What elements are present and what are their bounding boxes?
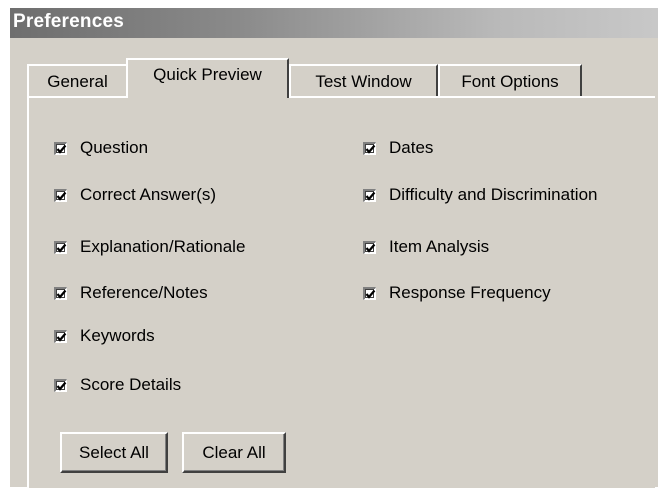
clear-all-button[interactable]: Clear All	[182, 432, 286, 473]
tab-quick-preview-label: Quick Preview	[153, 65, 262, 84]
preferences-dialog: Preferences General Quick Preview Test W…	[10, 8, 658, 488]
tab-font-options[interactable]: Font Options	[438, 64, 582, 98]
checkbox-checked-icon[interactable]	[54, 188, 67, 202]
checkbox-keywords[interactable]: Keywords	[54, 325, 155, 347]
checkbox-item-analysis-label: Item Analysis	[389, 237, 490, 256]
checkbox-question[interactable]: Question	[54, 137, 148, 159]
checkbox-score-details-label: Score Details	[80, 375, 182, 394]
checkbox-correct-answers[interactable]: Correct Answer(s)	[54, 184, 216, 206]
tab-quick-preview[interactable]: Quick Preview	[126, 58, 289, 98]
checkbox-response-frequency-label: Response Frequency	[389, 283, 551, 302]
checkbox-item-analysis[interactable]: Item Analysis	[363, 236, 489, 258]
checkbox-difficulty-discrimination[interactable]: Difficulty and Discrimination	[363, 184, 597, 206]
tab-general-label: General	[47, 72, 108, 91]
checkbox-response-frequency[interactable]: Response Frequency	[363, 282, 551, 304]
checkbox-dates-label: Dates	[389, 138, 434, 157]
select-all-button[interactable]: Select All	[60, 432, 168, 473]
checkbox-question-label: Question	[80, 138, 149, 157]
checkbox-checked-icon[interactable]	[363, 240, 376, 254]
checkbox-checked-icon[interactable]	[54, 378, 67, 392]
checkbox-checked-icon[interactable]	[363, 141, 376, 155]
checkbox-checked-icon[interactable]	[54, 240, 67, 254]
checkbox-reference-notes-label: Reference/Notes	[80, 283, 208, 302]
checkbox-difficulty-discrimination-label: Difficulty and Discrimination	[389, 185, 598, 204]
checkbox-checked-icon[interactable]	[54, 141, 67, 155]
tab-test-window-label: Test Window	[315, 72, 412, 91]
checkbox-explanation-rationale[interactable]: Explanation/Rationale	[54, 236, 245, 258]
checkbox-explanation-rationale-label: Explanation/Rationale	[80, 237, 246, 256]
quick-preview-panel: Question Correct Answer(s) Explanation/R…	[27, 96, 655, 488]
checkbox-checked-icon[interactable]	[54, 286, 67, 300]
checkbox-checked-icon[interactable]	[54, 329, 67, 343]
tab-general[interactable]: General	[27, 64, 128, 98]
checkbox-score-details[interactable]: Score Details	[54, 374, 181, 396]
checkbox-dates[interactable]: Dates	[363, 137, 433, 159]
window-title: Preferences	[13, 11, 124, 32]
tab-font-options-label: Font Options	[461, 72, 559, 91]
title-bar[interactable]: Preferences	[10, 8, 658, 38]
checkbox-checked-icon[interactable]	[363, 188, 376, 202]
tab-test-window[interactable]: Test Window	[289, 64, 438, 98]
checkbox-checked-icon[interactable]	[363, 286, 376, 300]
checkbox-keywords-label: Keywords	[80, 326, 155, 345]
checkbox-correct-answers-label: Correct Answer(s)	[80, 185, 217, 204]
checkbox-reference-notes[interactable]: Reference/Notes	[54, 282, 208, 304]
